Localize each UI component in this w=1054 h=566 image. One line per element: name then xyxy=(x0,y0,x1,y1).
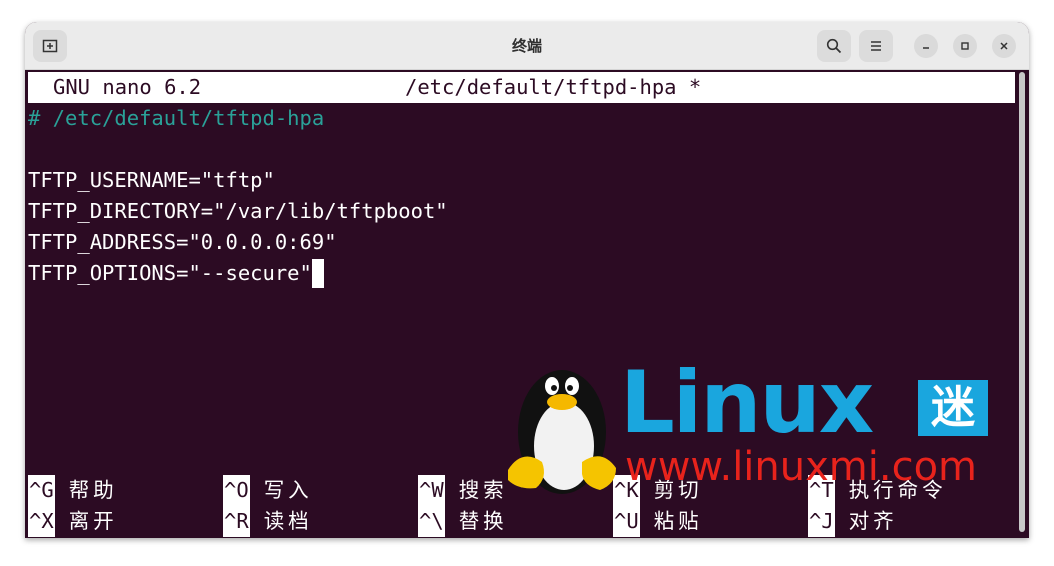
watermark-brand: Linux xyxy=(620,353,874,453)
search-button[interactable] xyxy=(817,30,851,62)
shortcut-label: 替换 xyxy=(458,509,508,533)
shortcut-key: ^W xyxy=(418,475,445,506)
editor-line: # /etc/default/tftpd-hpa xyxy=(28,106,325,130)
minimize-icon xyxy=(923,47,929,49)
shortcut-label: 粘贴 xyxy=(653,509,703,533)
scrollbar[interactable] xyxy=(1019,72,1025,532)
editor-line: TFTP_ADDRESS="0.0.0.0:69" xyxy=(28,230,337,254)
shortcut-key: ^\ xyxy=(418,506,445,537)
editor-line: TFTP_USERNAME="tftp" xyxy=(28,168,275,192)
search-icon xyxy=(826,38,842,54)
watermark: Linux 迷 www.linuxmi.com xyxy=(500,350,1000,500)
watermark-brand-suffix: 迷 xyxy=(918,380,988,436)
nano-version: GNU nano 6.2 xyxy=(53,75,202,99)
shortcut-write[interactable]: ^O 写入 xyxy=(223,475,313,506)
shortcut-label: 写入 xyxy=(263,478,313,502)
close-button[interactable] xyxy=(992,34,1016,58)
close-icon xyxy=(1000,42,1008,50)
shortcut-label: 对齐 xyxy=(848,509,898,533)
shortcut-key: ^G xyxy=(28,475,55,506)
maximize-icon xyxy=(961,42,969,50)
shortcut-help[interactable]: ^G 帮助 xyxy=(28,475,118,506)
shortcut-exit[interactable]: ^X 离开 xyxy=(28,506,118,537)
shortcut-label: 读档 xyxy=(263,509,313,533)
nano-header-bar: GNU nano 6.2 /etc/default/tftpd-hpa * xyxy=(28,72,1015,103)
editor-line: TFTP_DIRECTORY="/var/lib/tftpboot" xyxy=(28,199,448,223)
menu-button[interactable] xyxy=(859,30,893,62)
shortcut-key: ^U xyxy=(613,506,640,537)
watermark-url: www.linuxmi.com xyxy=(625,444,978,490)
editor-line-current: TFTP_OPTIONS="--secure" xyxy=(28,258,324,289)
shortcut-key: ^R xyxy=(223,506,250,537)
shortcut-justify[interactable]: ^J 对齐 xyxy=(808,506,898,537)
hamburger-menu-icon xyxy=(871,41,881,51)
editor-line-text: TFTP_OPTIONS="--secure" xyxy=(28,261,312,285)
minimize-button[interactable] xyxy=(914,34,938,58)
nano-filename: /etc/default/tftpd-hpa * xyxy=(405,75,702,99)
shortcut-replace[interactable]: ^\ 替换 xyxy=(418,506,508,537)
shortcut-key: ^O xyxy=(223,475,250,506)
title-bar: 终端 xyxy=(25,22,1029,70)
shortcut-label: 帮助 xyxy=(68,478,118,502)
shortcut-search[interactable]: ^W 搜索 xyxy=(418,475,508,506)
text-cursor xyxy=(311,259,324,288)
shortcut-key: ^X xyxy=(28,506,55,537)
shortcut-label: 离开 xyxy=(68,509,118,533)
tux-penguin-icon xyxy=(508,370,616,494)
shortcut-paste[interactable]: ^U 粘贴 xyxy=(613,506,703,537)
shortcut-key: ^J xyxy=(808,506,835,537)
maximize-button[interactable] xyxy=(953,34,977,58)
shortcut-read-file[interactable]: ^R 读档 xyxy=(223,506,313,537)
